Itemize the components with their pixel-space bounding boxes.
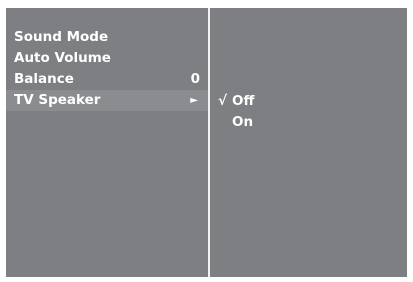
menu-item-tv-speaker[interactable]: TV Speaker ► [6, 90, 208, 111]
menu-item-label: Balance [14, 71, 74, 87]
menu-item-label: TV Speaker [14, 92, 101, 108]
option-off[interactable]: √ Off [218, 91, 254, 112]
menu-item-auto-volume[interactable]: Auto Volume [6, 48, 208, 69]
balance-value: 0 [190, 71, 200, 87]
menu-item-balance[interactable]: Balance 0 [6, 69, 208, 90]
main-menu-panel: Sound Mode Auto Volume Balance 0 TV Spea… [6, 8, 208, 277]
menu-item-sound-mode[interactable]: Sound Mode [6, 27, 208, 48]
submenu-options: √ Off On [218, 91, 254, 133]
main-menu-list: Sound Mode Auto Volume Balance 0 TV Spea… [6, 27, 208, 111]
submenu-panel: √ Off On [210, 8, 407, 277]
tv-osd-menu: Sound Mode Auto Volume Balance 0 TV Spea… [6, 8, 407, 277]
check-icon: √ [218, 93, 228, 109]
menu-item-label: Auto Volume [14, 50, 111, 66]
option-on[interactable]: On [218, 112, 254, 133]
option-label: Off [232, 93, 255, 109]
menu-item-label: Sound Mode [14, 29, 109, 45]
submenu-arrow-icon: ► [190, 95, 198, 106]
option-label: On [232, 114, 254, 130]
